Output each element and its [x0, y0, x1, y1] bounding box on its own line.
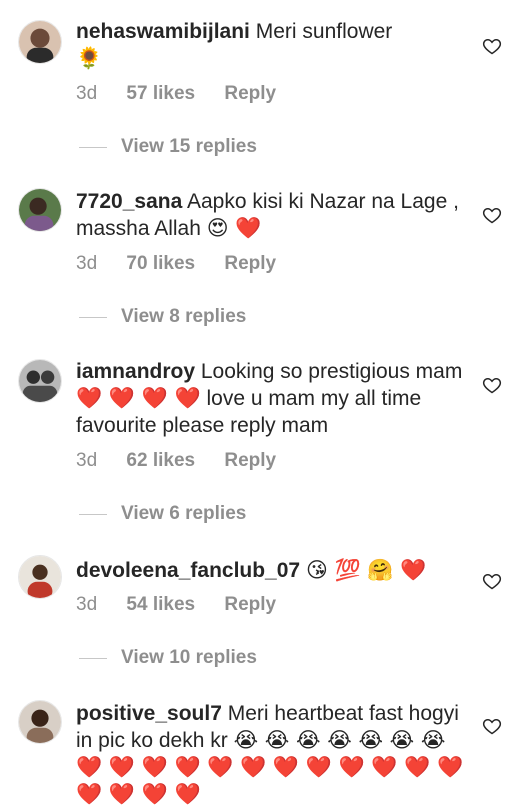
- comment-body: iamnandroy Looking so prestigious mam ❤️…: [76, 358, 471, 439]
- heart-outline-icon[interactable]: [482, 36, 502, 56]
- avatar[interactable]: [18, 20, 62, 64]
- replies-divider: [79, 513, 107, 515]
- view-replies-label: View 6 replies: [121, 503, 247, 524]
- comment-emoji: 😘 💯 🤗 ❤️: [305, 558, 427, 582]
- comment-likes[interactable]: 54 likes: [126, 594, 195, 615]
- comment-username[interactable]: devoleena_fanclub_07: [76, 559, 300, 582]
- replies-divider: [79, 657, 107, 659]
- comment-meta: 3d 57 likes Reply: [76, 83, 276, 105]
- heart-outline-icon[interactable]: [482, 375, 502, 395]
- avatar[interactable]: [18, 359, 62, 403]
- comment-username[interactable]: 7720_sana: [76, 190, 182, 213]
- comment-body: nehaswamibijlani Meri sunflower 🌻: [76, 18, 471, 72]
- view-replies-button[interactable]: View 6 replies: [79, 503, 246, 525]
- reply-button[interactable]: Reply: [224, 83, 276, 104]
- comment-text: Meri sunflower: [255, 20, 393, 43]
- heart-outline-icon[interactable]: [482, 571, 502, 591]
- comment-body: devoleena_fanclub_07 😘 💯 🤗 ❤️: [76, 557, 471, 584]
- heart-outline-icon[interactable]: [482, 716, 502, 736]
- comment-username[interactable]: positive_soul7: [76, 702, 222, 725]
- avatar[interactable]: [18, 188, 62, 232]
- comment-username[interactable]: nehaswamibijlani: [76, 20, 250, 43]
- comment-meta: 3d 62 likes Reply: [76, 450, 276, 472]
- comment-username[interactable]: iamnandroy: [76, 360, 195, 383]
- view-replies-button[interactable]: View 10 replies: [79, 647, 257, 669]
- reply-button[interactable]: Reply: [224, 594, 276, 615]
- comment-body: 7720_sana Aapko kisi ki Nazar na Lage , …: [76, 188, 471, 242]
- comment-time[interactable]: 3d: [76, 83, 97, 104]
- comment-likes[interactable]: 70 likes: [126, 253, 195, 274]
- reply-button[interactable]: Reply: [224, 253, 276, 274]
- comment-time[interactable]: 3d: [76, 594, 97, 615]
- comment-emoji: ❤️ ❤️ ❤️ ❤️: [76, 386, 201, 410]
- comment-likes[interactable]: 57 likes: [126, 83, 195, 104]
- view-replies-button[interactable]: View 8 replies: [79, 306, 246, 328]
- heart-outline-icon[interactable]: [482, 205, 502, 225]
- comment-meta: 3d 54 likes Reply: [76, 594, 276, 616]
- comment-meta: 3d 70 likes Reply: [76, 253, 276, 275]
- comment-text: Looking so prestigious mam: [200, 360, 463, 383]
- view-replies-button[interactable]: View 15 replies: [79, 136, 257, 158]
- comment-time[interactable]: 3d: [76, 450, 97, 471]
- comment-emoji: 😍 ❤️: [206, 216, 262, 240]
- replies-divider: [79, 316, 107, 318]
- view-replies-label: View 10 replies: [121, 647, 257, 668]
- reply-button[interactable]: Reply: [224, 450, 276, 471]
- comment-emoji: 🌻: [76, 46, 103, 70]
- replies-divider: [79, 146, 107, 148]
- comment-likes[interactable]: 62 likes: [126, 450, 195, 471]
- comment-body: positive_soul7 Meri heartbeat fast hogyi…: [76, 700, 471, 808]
- view-replies-label: View 15 replies: [121, 136, 257, 157]
- comment-time[interactable]: 3d: [76, 253, 97, 274]
- avatar[interactable]: [18, 555, 62, 599]
- view-replies-label: View 8 replies: [121, 306, 247, 327]
- avatar[interactable]: [18, 700, 62, 744]
